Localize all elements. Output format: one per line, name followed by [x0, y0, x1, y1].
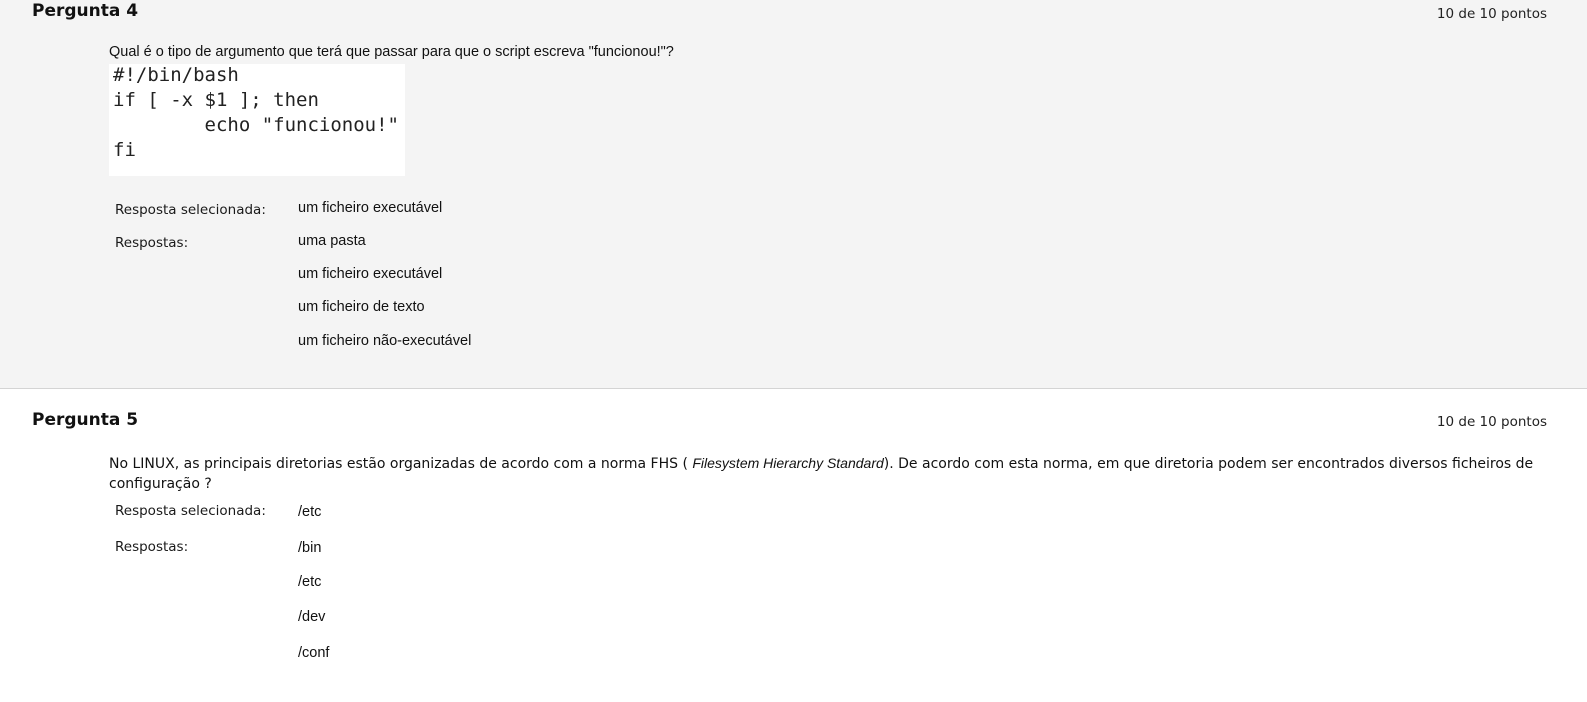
- selected-answer: /etc: [298, 504, 322, 520]
- answer-option: /etc: [298, 574, 322, 590]
- answers-label: Respostas:: [115, 235, 189, 251]
- question-5: Pergunta 5 10 de 10 pontos No LINUX, as …: [0, 389, 1587, 702]
- code-line: #!/bin/bash: [113, 64, 239, 86]
- question-title: Pergunta 5: [32, 410, 139, 430]
- answer-option: um ficheiro não-executável: [298, 333, 472, 349]
- answer-option: /bin: [298, 540, 322, 556]
- answer-option: /dev: [298, 609, 326, 625]
- question-points: 10 de 10 pontos: [1436, 6, 1547, 22]
- selected-answer-label: Resposta selecionada:: [115, 202, 266, 218]
- question-text: No LINUX, as principais diretorias estão…: [109, 453, 1547, 494]
- answer-option: uma pasta: [298, 233, 366, 249]
- code-snippet: #!/bin/bash if [ -x $1 ]; then echo "fun…: [109, 64, 405, 176]
- code-line: fi: [113, 139, 136, 161]
- question-text-part: No LINUX, as principais diretorias estão…: [109, 456, 693, 472]
- question-4: Pergunta 4 10 de 10 pontos Qual é o tipo…: [0, 0, 1587, 389]
- question-text: Qual é o tipo de argumento que terá que …: [109, 44, 674, 60]
- selected-answer: um ficheiro executável: [298, 200, 443, 216]
- code-line: echo "funcionou!": [113, 114, 399, 136]
- question-points: 10 de 10 pontos: [1436, 414, 1547, 430]
- answer-option: /conf: [298, 645, 330, 661]
- selected-answer-label: Resposta selecionada:: [115, 503, 266, 519]
- code-line: if [ -x $1 ]; then: [113, 89, 319, 111]
- question-title: Pergunta 4: [32, 1, 139, 21]
- question-text-italic: Filesystem Hierarchy Standard: [692, 455, 884, 471]
- answer-option: um ficheiro de texto: [298, 299, 425, 315]
- answers-label: Respostas:: [115, 539, 189, 555]
- answer-option: um ficheiro executável: [298, 266, 443, 282]
